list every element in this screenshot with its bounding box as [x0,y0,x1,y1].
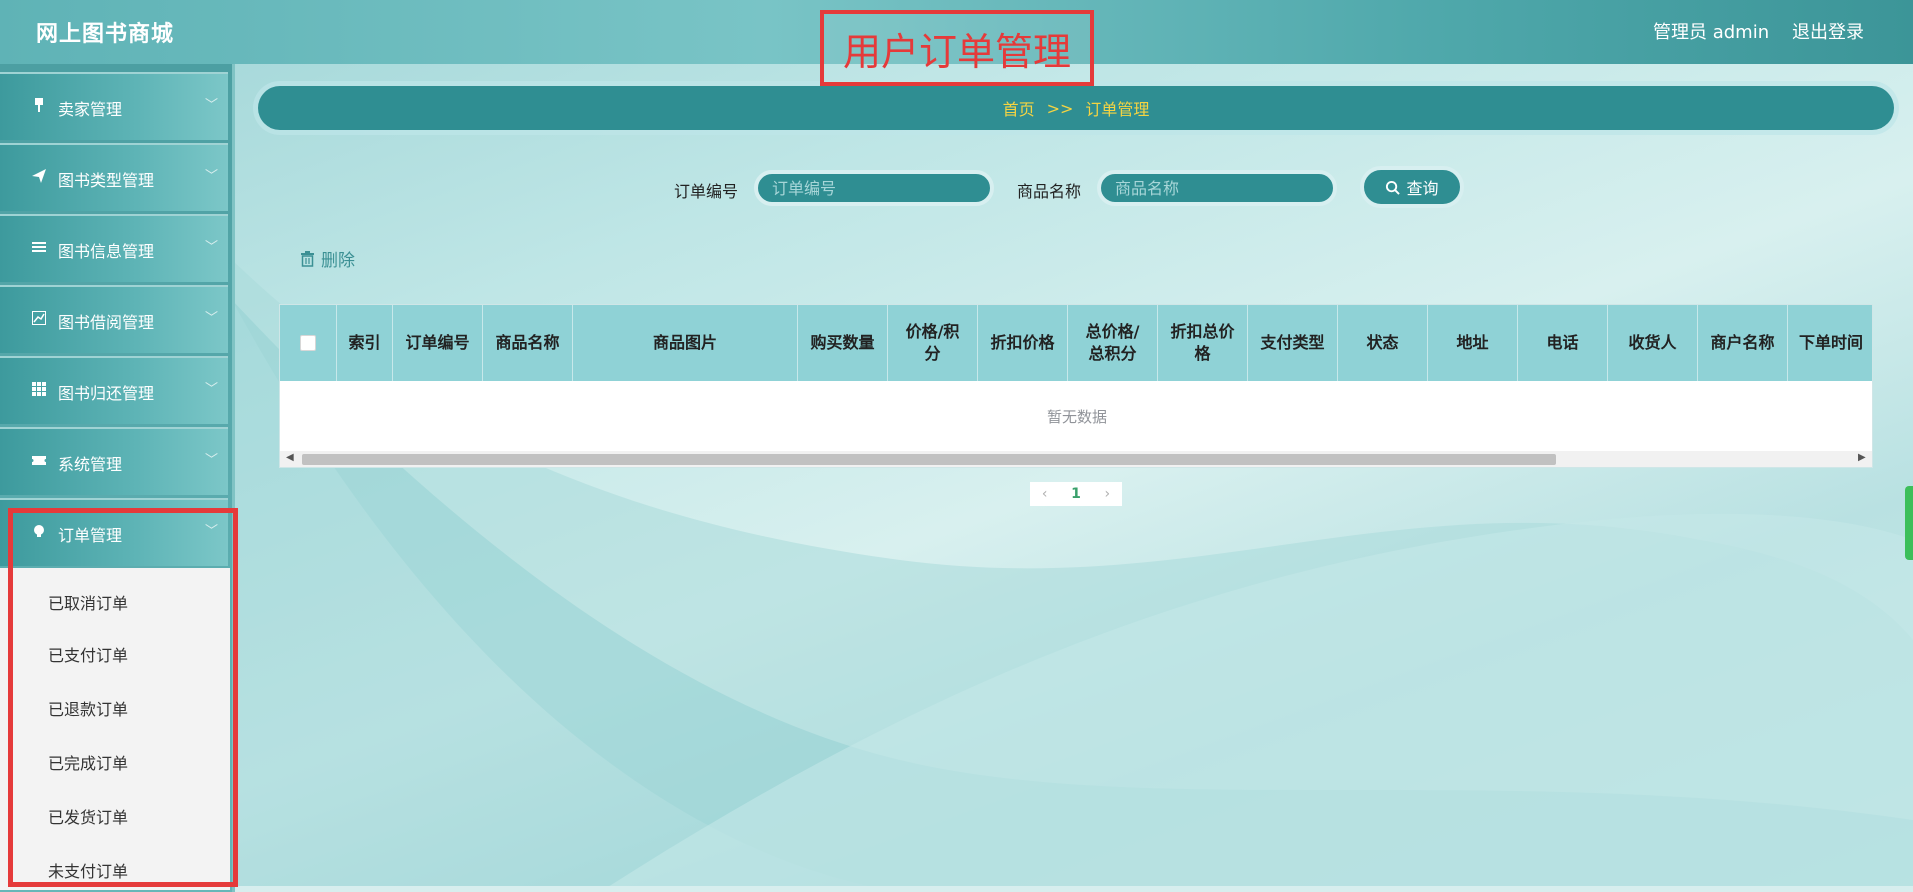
search-button-label: 查询 [1406,179,1439,198]
breadcrumb: 首页 >> 订单管理 [258,86,1894,130]
order-no-input[interactable] [754,170,994,206]
sidebar-item-book-return[interactable]: 图书归还管理 ﹀ [0,356,228,424]
submenu-item-unpaid[interactable]: 未支付订单 [48,858,128,882]
sidebar-item-label: 图书借阅管理 [58,313,155,332]
chevron-down-icon: ﹀ [205,382,219,397]
submenu-item-shipped[interactable]: 已发货订单 [48,804,128,828]
orders-submenu: 已取消订单 已支付订单 已退款订单 已完成订单 已发货订单 未支付订单 [0,568,230,890]
prev-page-icon[interactable]: ‹ [1042,486,1048,502]
chevron-down-icon: ﹀ [205,98,219,113]
sidebar-item-seller[interactable]: 卖家管理 ﹀ [0,72,228,140]
chevron-down-icon: ﹀ [205,311,219,326]
column-header[interactable]: 下单时间 [1788,305,1872,381]
sidebar-item-book-types[interactable]: 图书类型管理 ﹀ [0,143,228,211]
column-header[interactable]: 订单编号 [393,305,483,381]
sidebar: 卖家管理 ﹀ 图书类型管理 ﹀ 图书信息管理 ﹀ 图书借阅管理 ﹀ 图书归还管理… [0,64,235,892]
next-page-icon[interactable]: › [1105,486,1111,502]
column-header[interactable]: 总价格/总积分 [1068,305,1158,381]
select-all-checkbox[interactable] [300,335,316,351]
grid-icon [32,382,46,396]
select-all-cell[interactable] [280,305,337,381]
bulb-icon [34,525,44,537]
column-header[interactable]: 商户名称 [1698,305,1788,381]
submenu-item-completed[interactable]: 已完成订单 [48,750,128,774]
list-icon [32,242,46,252]
empty-state-text: 暂无数据 [1046,407,1107,426]
product-name-input[interactable] [1097,170,1337,206]
delete-button-label: 删除 [321,251,355,271]
column-header[interactable]: 电话 [1518,305,1608,381]
chevron-down-icon: ﹀ [205,453,219,468]
column-header[interactable]: 支付类型 [1248,305,1338,381]
chart-icon [32,311,46,325]
search-button[interactable]: 查询 [1360,166,1464,208]
submenu-item-cancelled[interactable]: 已取消订单 [48,590,128,614]
page-number[interactable]: 1 [1071,486,1081,502]
sidebar-item-system[interactable]: 系统管理 ﹀ [0,427,228,495]
column-header[interactable]: 商品名称 [483,305,573,381]
sidebar-item-label: 卖家管理 [58,100,123,119]
column-header[interactable]: 收货人 [1608,305,1698,381]
breadcrumb-separator: >> [1046,98,1074,118]
sidebar-item-label: 系统管理 [58,455,123,474]
chevron-down-icon: ﹀ [205,240,219,255]
side-float-tab[interactable] [1905,486,1913,560]
breadcrumb-home[interactable]: 首页 [1003,96,1035,120]
sidebar-item-orders[interactable]: 订单管理 ﹀ [0,498,228,566]
order-no-label: 订单编号 [674,182,739,201]
sidebar-item-book-info[interactable]: 图书信息管理 ﹀ [0,214,228,282]
paper-plane-icon [32,169,46,183]
submenu-item-refunded[interactable]: 已退款订单 [48,696,128,720]
sidebar-item-label: 订单管理 [58,526,123,545]
breadcrumb-current: 订单管理 [1085,100,1150,119]
table-header: 索引 订单编号 商品名称 商品图片 购买数量 价格/积分 折扣价格 总价格/总积… [280,305,1872,381]
column-header[interactable]: 折扣总价格 [1158,305,1248,381]
scroll-left-icon[interactable]: ◀ [286,452,294,463]
bottom-strip [0,886,1913,892]
logout-link[interactable]: 退出登录 [1792,18,1864,44]
horizontal-scrollbar[interactable]: ◀ ▶ [280,451,1872,467]
orders-table: 索引 订单编号 商品名称 商品图片 购买数量 价格/积分 折扣价格 总价格/总积… [279,304,1873,468]
column-header[interactable]: 地址 [1428,305,1518,381]
column-header[interactable]: 购买数量 [798,305,888,381]
stand-icon [35,98,43,112]
column-header[interactable]: 价格/积分 [888,305,978,381]
column-header[interactable]: 折扣价格 [978,305,1068,381]
sidebar-item-label: 图书归还管理 [58,384,155,403]
scrollbar-thumb[interactable] [302,454,1556,465]
column-header[interactable]: 商品图片 [573,305,798,381]
delete-button[interactable]: 删除 [300,246,355,271]
chevron-down-icon: ﹀ [205,524,219,539]
pagination: ‹ 1 › [1030,482,1122,506]
trash-icon [301,250,314,267]
chevron-down-icon: ﹀ [205,169,219,184]
search-icon [1386,180,1401,195]
admin-user-label: 管理员 admin [1653,22,1770,43]
submenu-item-paid[interactable]: 已支付订单 [48,642,128,666]
sidebar-item-label: 图书类型管理 [58,171,155,190]
scroll-right-icon[interactable]: ▶ [1858,452,1866,463]
sidebar-item-label: 图书信息管理 [58,242,155,261]
sidebar-item-book-borrow[interactable]: 图书借阅管理 ﹀ [0,285,228,353]
column-header[interactable]: 状态 [1338,305,1428,381]
brand-title: 网上图书商城 [36,22,175,47]
column-header[interactable]: 索引 [337,305,393,381]
ticket-icon [32,456,46,465]
product-name-label: 商品名称 [1017,182,1082,201]
page-overlay-title: 用户订单管理 [820,10,1094,86]
